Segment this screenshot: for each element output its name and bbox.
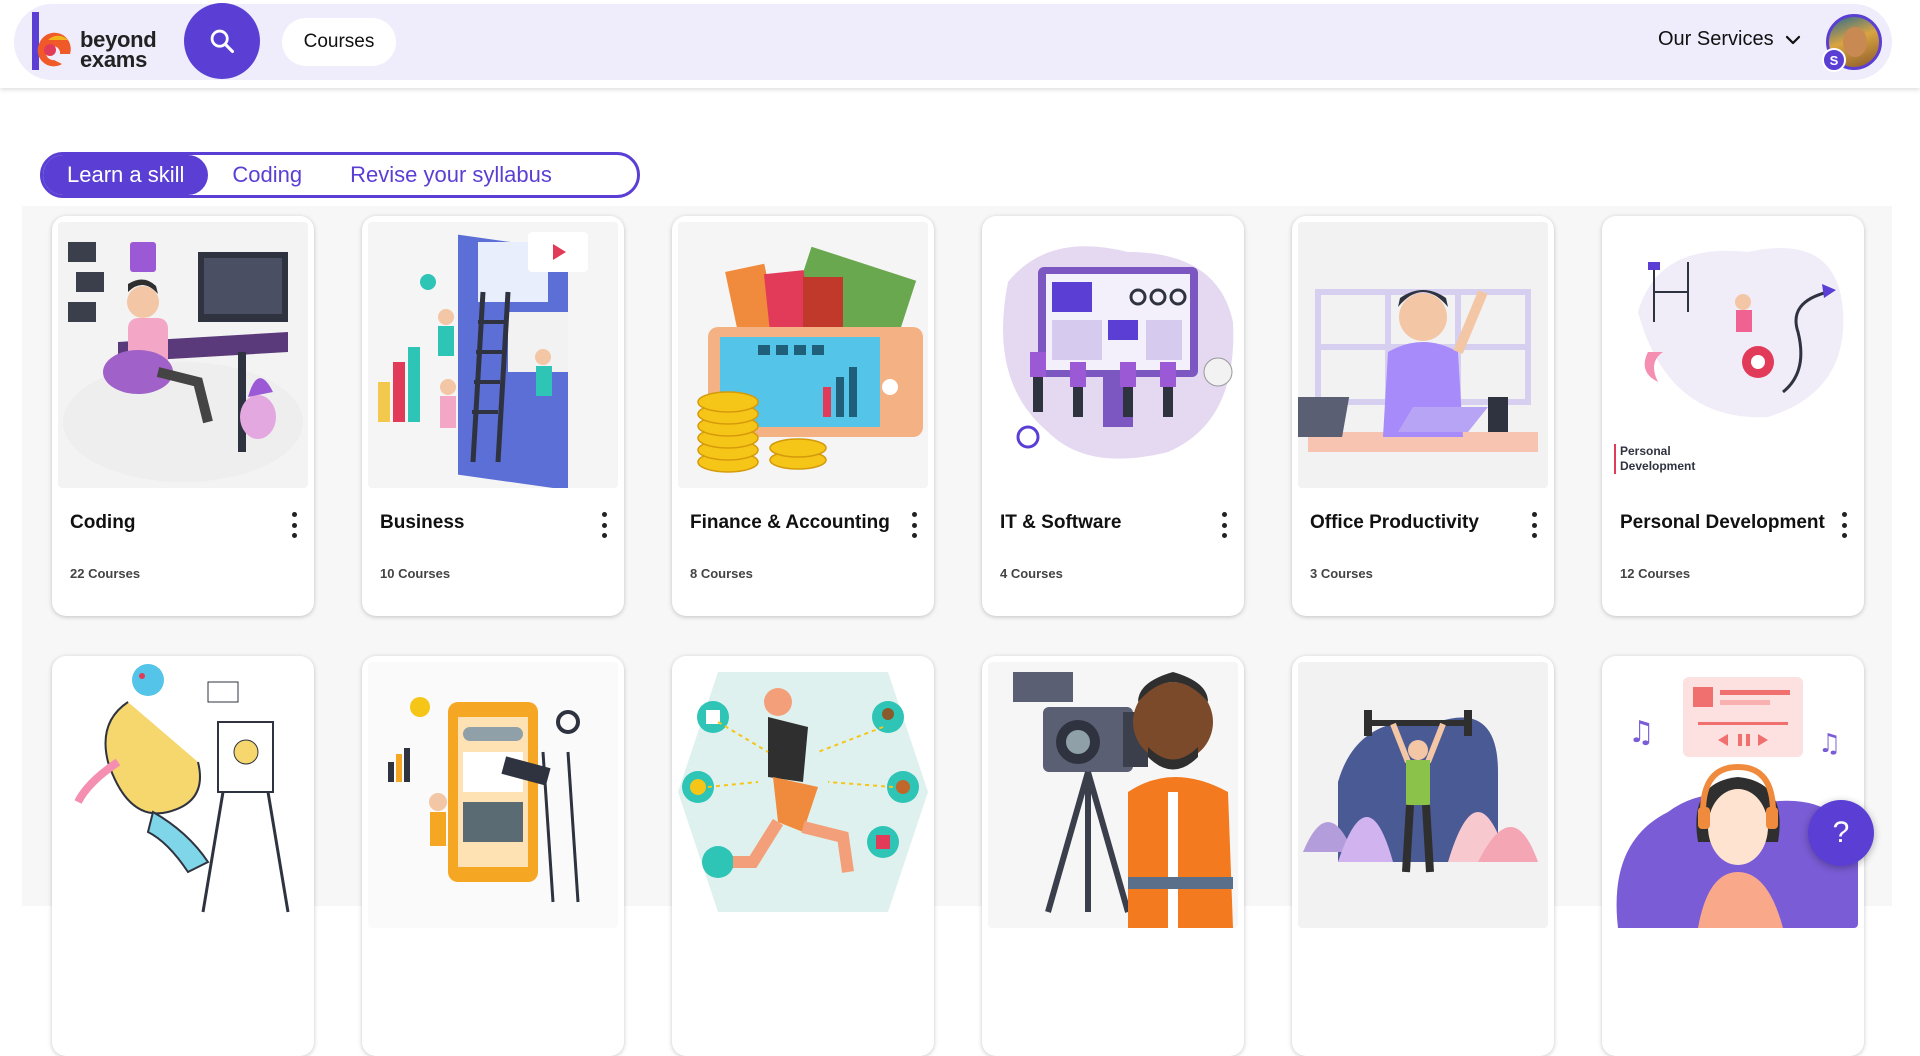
skill-tabs: Learn a skill Coding Revise your syllabu… <box>40 152 640 198</box>
card-course-count: 12 Courses <box>1620 566 1691 581</box>
finance-illustration <box>678 222 928 488</box>
card-title: Coding <box>70 512 136 533</box>
category-card-fitness[interactable] <box>1292 656 1554 1056</box>
category-card-health[interactable] <box>672 656 934 1056</box>
card-course-count: 8 Courses <box>690 566 753 581</box>
more-options-icon[interactable] <box>288 512 300 538</box>
more-options-icon[interactable] <box>1838 512 1850 538</box>
card-title: IT & Software <box>1000 512 1122 533</box>
category-card-office-productivity[interactable]: Office Productivity 3 Courses <box>1292 216 1554 616</box>
fitness-illustration <box>1298 662 1548 928</box>
card-title: Personal Development <box>1620 512 1825 533</box>
category-card-art[interactable] <box>52 656 314 1056</box>
search-icon <box>210 29 235 54</box>
our-services-menu[interactable]: Our Services <box>1658 28 1802 51</box>
category-card-marketing[interactable] <box>362 656 624 1056</box>
card-course-count: 3 Courses <box>1310 566 1373 581</box>
more-options-icon[interactable] <box>908 512 920 538</box>
marketing-illustration <box>368 662 618 928</box>
tab-learn-a-skill[interactable]: Learn a skill <box>43 155 209 195</box>
brand-line-2: exams <box>80 47 148 72</box>
it-software-illustration <box>988 222 1238 488</box>
card-course-count: 22 Courses <box>70 566 141 581</box>
our-services-label: Our Services <box>1658 28 1774 50</box>
more-options-icon[interactable] <box>1528 512 1540 538</box>
more-options-icon[interactable] <box>1218 512 1230 538</box>
category-card-it-software[interactable]: IT & Software 4 Courses <box>982 216 1244 616</box>
logo-mark-icon <box>32 12 71 70</box>
avatar-badge: S <box>1822 48 1846 72</box>
avatar-face <box>1843 27 1867 57</box>
svg-text:♫: ♫ <box>1628 715 1655 750</box>
photography-illustration <box>988 662 1238 928</box>
image-caption-line-1: Personal <box>1620 444 1671 458</box>
svg-text:♫: ♫ <box>1818 729 1841 759</box>
brand-logo[interactable]: beyond exams <box>28 10 168 72</box>
card-course-count: 10 Courses <box>380 566 451 581</box>
office-illustration <box>1298 222 1548 488</box>
category-card-photography[interactable] <box>982 656 1244 1056</box>
image-caption: Personal Development <box>1614 444 1695 474</box>
business-illustration <box>368 222 618 488</box>
courses-link[interactable]: Courses <box>282 18 396 66</box>
art-illustration <box>58 662 308 928</box>
tab-coding[interactable]: Coding <box>208 155 326 195</box>
image-caption-line-2: Development <box>1620 459 1696 473</box>
chevron-down-icon <box>1785 35 1800 44</box>
category-card-finance[interactable]: Finance & Accounting 8 Courses <box>672 216 934 616</box>
user-avatar[interactable]: S <box>1822 14 1882 72</box>
music-illustration: ♫ ♫ <box>1608 662 1858 928</box>
site-header: beyond exams Courses Our Services S <box>0 0 1920 88</box>
category-card-business[interactable]: Business 10 Courses <box>362 216 624 616</box>
more-options-icon[interactable] <box>598 512 610 538</box>
tab-revise-syllabus[interactable]: Revise your syllabus <box>326 155 576 195</box>
personal-development-illustration: Personal Development <box>1608 222 1858 488</box>
category-grid: Coding 22 Courses Business 10 Courses Fi… <box>22 206 1892 1056</box>
category-card-coding[interactable]: Coding 22 Courses <box>52 216 314 616</box>
search-button[interactable] <box>184 3 260 79</box>
brand-wordmark: beyond exams <box>80 29 157 72</box>
category-card-personal-development[interactable]: Personal Development Personal Developmen… <box>1602 216 1864 616</box>
card-title: Business <box>380 512 465 533</box>
card-course-count: 4 Courses <box>1000 566 1063 581</box>
card-title: Office Productivity <box>1310 512 1479 533</box>
card-title: Finance & Accounting <box>690 512 890 533</box>
health-illustration <box>678 662 928 928</box>
coding-illustration <box>58 222 308 488</box>
help-button[interactable]: ? <box>1808 800 1874 866</box>
